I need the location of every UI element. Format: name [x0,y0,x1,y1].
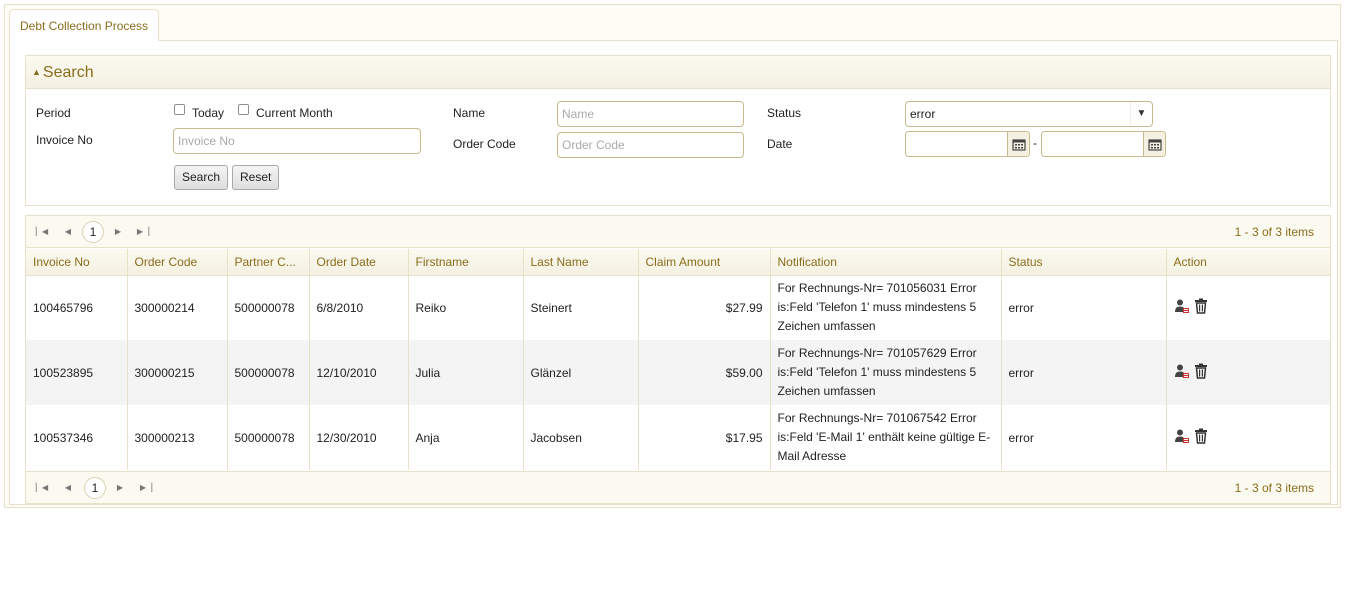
trash-icon[interactable] [1194,428,1208,447]
table-row[interactable]: 100465796 300000214 500000078 6/8/2010 R… [26,275,1330,340]
column-header-partner-code[interactable]: Partner C... [227,249,310,276]
pager-info: 1 - 3 of 3 items [1234,225,1314,239]
invoice-no-label: Invoice No [36,133,93,147]
column-header-action: Action [1166,249,1330,276]
search-button[interactable]: Search [174,165,229,190]
current-page-number[interactable]: 1 [82,221,104,243]
cell-notification: For Rechnungs-Nr= 701057629 Error is:Fel… [770,340,1002,405]
cell-action [1166,340,1330,405]
first-page-icon[interactable]: ▏◀ [32,222,52,242]
table-row[interactable]: 100537346 300000213 500000078 12/30/2010… [26,405,1330,470]
invoice-no-input[interactable]: Invoice No [173,128,421,154]
status-label: Status [767,106,802,120]
reset-button[interactable]: Reset [232,165,280,190]
dropdown-arrow-icon[interactable]: ▼ [1130,102,1152,126]
column-header-order-date[interactable]: Order Date [309,249,409,276]
cell-firstname: Anja [408,405,524,470]
date-from-input[interactable] [905,131,1030,157]
column-header-last-name[interactable]: Last Name [523,249,639,276]
cell-order-date: 12/10/2010 [309,340,409,405]
cell-claim-amount: $17.95 [638,405,771,470]
cell-invoice-no: 100465796 [26,275,128,340]
today-checkbox[interactable] [174,104,185,115]
pager-bottom: ▏◀ ◀ 1 ▶ ▶▕ 1 - 3 of 3 items [26,471,1330,503]
cell-last-name: Steinert [523,275,639,340]
cell-order-date: 6/8/2010 [309,275,409,340]
last-page-icon[interactable]: ▶▕ [136,478,156,498]
order-code-input[interactable]: Order Code [557,132,744,158]
current-page-number[interactable]: 1 [84,477,106,499]
column-header-notification[interactable]: Notification [770,249,1002,276]
cell-claim-amount: $27.99 [638,275,771,340]
cell-notification: For Rechnungs-Nr= 701067542 Error is:Fel… [770,405,1002,470]
cell-order-code: 300000214 [127,275,228,340]
cell-partner-code: 500000078 [227,340,310,405]
next-page-icon[interactable]: ▶ [110,478,130,498]
cell-firstname: Reiko [408,275,524,340]
date-range-separator: - [1033,136,1037,150]
column-header-order-code[interactable]: Order Code [127,249,228,276]
cell-last-name: Jacobsen [523,405,639,470]
next-page-icon[interactable]: ▶ [108,222,128,242]
calendar-icon[interactable] [1007,132,1029,156]
cell-status: error [1001,340,1167,405]
trash-icon[interactable] [1194,298,1208,317]
cell-last-name: Glänzel [523,340,639,405]
search-panel: ▲ Search Period Today Current Month Invoi… [25,55,1331,206]
collapse-triangle-icon[interactable]: ▲ [32,67,41,77]
cell-action [1166,275,1330,340]
search-panel-header[interactable]: ▲ Search [26,56,1330,89]
date-to-input[interactable] [1041,131,1166,157]
current-month-checkbox[interactable] [238,104,249,115]
user-remove-icon[interactable] [1174,428,1190,447]
cell-order-code: 300000215 [127,340,228,405]
cell-order-date: 12/30/2010 [309,405,409,470]
first-page-icon[interactable]: ▏◀ [32,478,52,498]
cell-status: error [1001,405,1167,470]
user-remove-icon[interactable] [1174,363,1190,382]
column-header-firstname[interactable]: Firstname [408,249,524,276]
pager-top: ▏◀ ◀ 1 ▶ ▶▕ 1 - 3 of 3 items [26,216,1330,248]
cell-partner-code: 500000078 [227,405,310,470]
calendar-icon[interactable] [1143,132,1165,156]
results-grid: ▏◀ ◀ 1 ▶ ▶▕ 1 - 3 of 3 items Invoice No … [25,215,1331,504]
cell-firstname: Julia [408,340,524,405]
date-label: Date [767,137,793,151]
tab-debt-collection-process[interactable]: Debt Collection Process [9,9,160,41]
order-code-label: Order Code [453,137,516,151]
cell-action [1166,405,1330,470]
table-row[interactable]: 100523895 300000215 500000078 12/10/2010… [26,340,1330,405]
column-header-claim-amount[interactable]: Claim Amount [638,249,771,276]
column-header-status[interactable]: Status [1001,249,1167,276]
cell-status: error [1001,275,1167,340]
status-select-value: error [910,107,936,121]
user-remove-icon[interactable] [1174,298,1190,317]
name-input[interactable]: Name [557,101,744,127]
tabstrip: Debt Collection Process ▲ Search Period T… [4,4,1341,508]
name-label: Name [453,106,486,120]
today-label[interactable]: Today [192,106,224,120]
prev-page-icon[interactable]: ◀ [58,478,78,498]
trash-icon[interactable] [1194,363,1208,382]
current-month-label[interactable]: Current Month [256,106,333,120]
cell-partner-code: 500000078 [227,275,310,340]
table-header-row: Invoice No Order Code Partner C... Order… [26,249,1330,276]
tab-content: ▲ Search Period Today Current Month Invoi… [9,40,1338,505]
cell-claim-amount: $59.00 [638,340,771,405]
results-table: Invoice No Order Code Partner C... Order… [26,249,1330,470]
cell-order-code: 300000213 [127,405,228,470]
pager-info: 1 - 3 of 3 items [1234,481,1314,495]
column-header-invoice-no[interactable]: Invoice No [26,249,128,276]
cell-invoice-no: 100523895 [26,340,128,405]
search-panel-title: Search [42,64,94,81]
cell-invoice-no: 100537346 [26,405,128,470]
prev-page-icon[interactable]: ◀ [58,222,78,242]
period-label: Period [36,106,71,120]
last-page-icon[interactable]: ▶▕ [133,222,153,242]
cell-notification: For Rechnungs-Nr= 701056031 Error is:Fel… [770,275,1002,340]
status-select[interactable]: error ▼ [905,101,1153,127]
